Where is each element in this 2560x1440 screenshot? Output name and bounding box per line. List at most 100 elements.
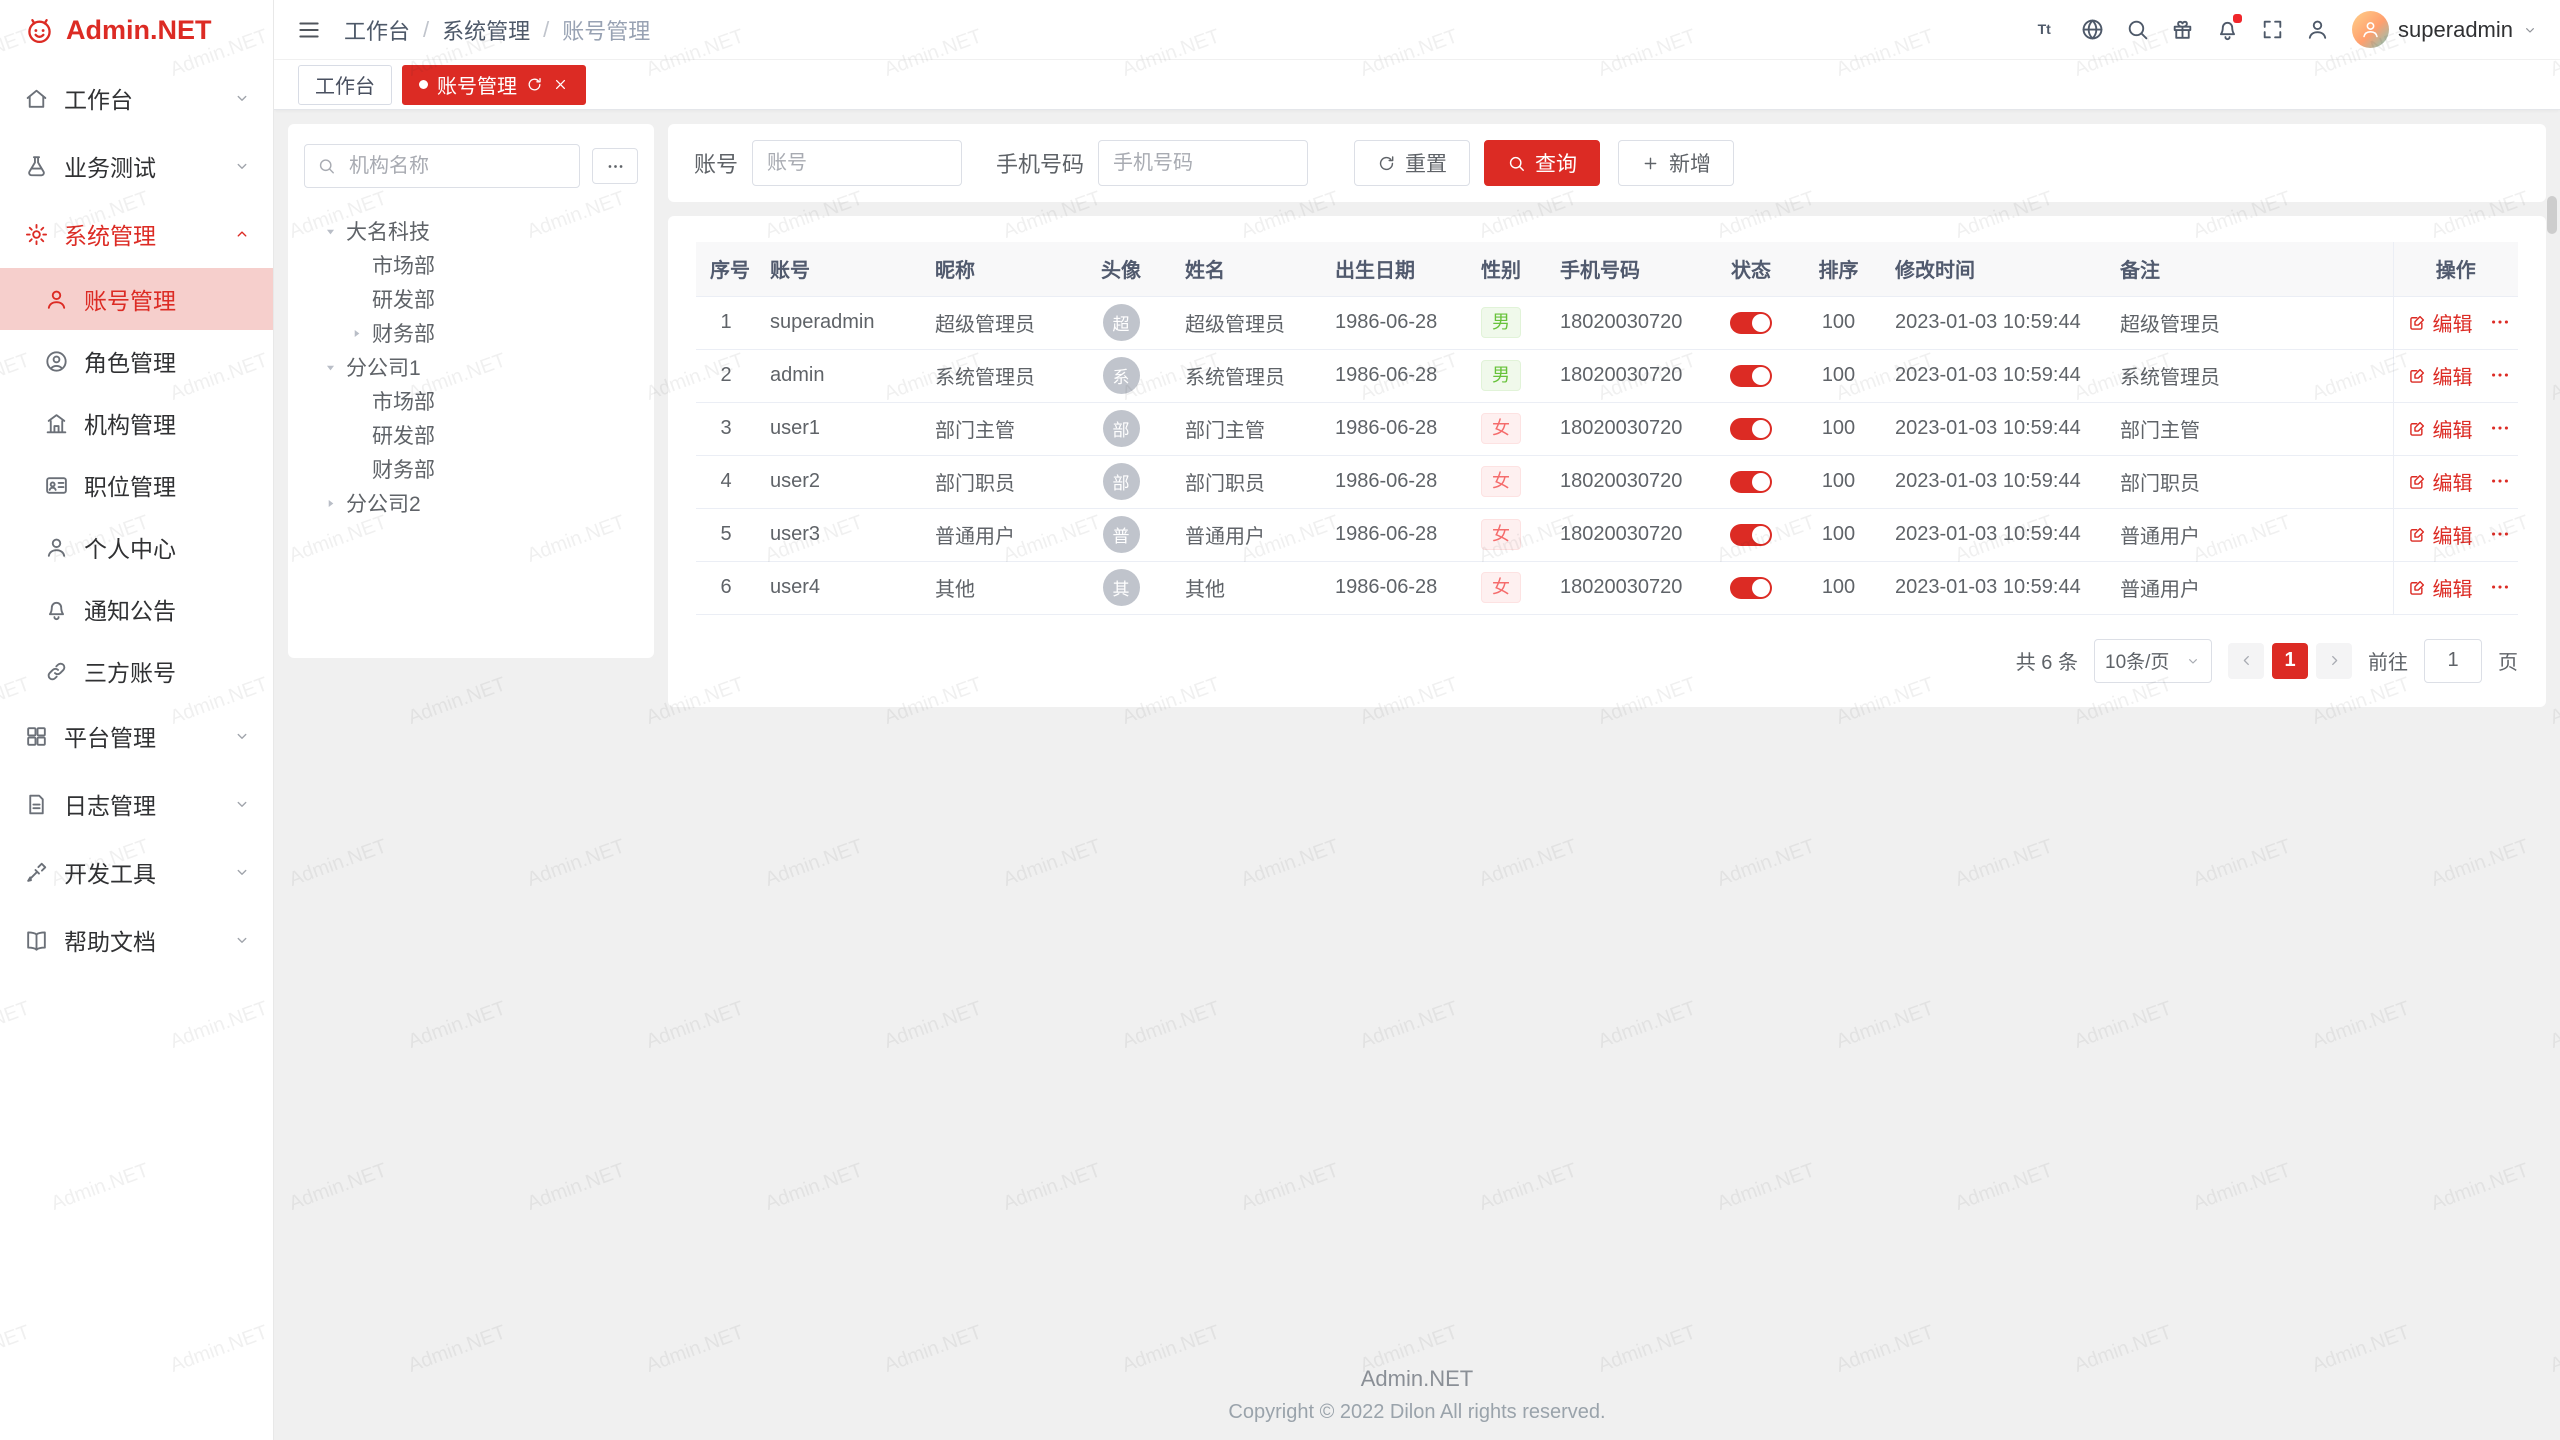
pagination-total: 共 6 条 <box>2016 646 2078 675</box>
sidebar-item-system-mgmt[interactable]: 系统管理 <box>0 200 273 268</box>
prev-page-button[interactable] <box>2228 643 2264 679</box>
tree-node[interactable]: 研发部 <box>304 418 638 452</box>
status-toggle[interactable] <box>1730 365 1772 387</box>
status-toggle[interactable] <box>1730 418 1772 440</box>
search-button[interactable]: 查询 <box>1484 140 1600 186</box>
cell-name: 部门主管 <box>1171 402 1321 455</box>
account-input[interactable] <box>752 140 962 186</box>
sidebar-item-workbench[interactable]: 工作台 <box>0 64 273 132</box>
org-more-button[interactable] <box>592 148 638 184</box>
cell-actions: 编辑 <box>2393 508 2518 561</box>
phone-input[interactable] <box>1098 140 1308 186</box>
sidebar-item-org-mgmt[interactable]: 机构管理 <box>0 392 273 454</box>
tab-account-mgmt[interactable]: 账号管理 <box>402 65 586 105</box>
gift-icon[interactable] <box>2160 7 2205 52</box>
org-search-input[interactable] <box>304 144 580 188</box>
cell-account: user4 <box>756 561 921 614</box>
cell-phone: 18020030720 <box>1546 296 1706 349</box>
search-icon <box>2125 17 2150 42</box>
scrollbar-thumb[interactable] <box>2547 196 2557 234</box>
caret-down-icon[interactable] <box>322 359 339 376</box>
breadcrumb-separator: / <box>543 17 549 43</box>
sidebar-item-dev-tools[interactable]: 开发工具 <box>0 838 273 906</box>
breadcrumb-item[interactable]: 工作台 <box>344 14 410 46</box>
more-icon <box>2489 311 2511 333</box>
sidebar-item-help-docs[interactable]: 帮助文档 <box>0 906 273 974</box>
gift-icon <box>2170 17 2195 42</box>
globe-icon[interactable] <box>2070 7 2115 52</box>
cell-index: 3 <box>696 402 756 455</box>
sidebar-item-log-mgmt[interactable]: 日志管理 <box>0 770 273 838</box>
edit-button[interactable]: 编辑 <box>2408 414 2473 443</box>
caret-right-icon[interactable] <box>348 325 365 342</box>
column-header-gender: 性别 <box>1456 242 1546 296</box>
fullscreen-icon[interactable] <box>2250 7 2295 52</box>
tree-node[interactable]: 分公司2 <box>304 486 638 520</box>
tree-node[interactable]: 财务部 <box>304 316 638 350</box>
goto-page-input[interactable] <box>2424 639 2482 683</box>
cell-birthday: 1986-06-28 <box>1321 296 1456 349</box>
status-toggle[interactable] <box>1730 312 1772 334</box>
flask-icon <box>24 154 49 179</box>
row-more-button[interactable] <box>2489 523 2511 545</box>
caret-down-icon[interactable] <box>322 223 339 240</box>
add-label: 新增 <box>1669 148 1711 178</box>
search-icon[interactable] <box>2115 7 2160 52</box>
status-toggle[interactable] <box>1730 524 1772 546</box>
app-logo[interactable]: Admin.NET <box>0 0 273 60</box>
tree-node[interactable]: 大名科技 <box>304 214 638 248</box>
row-more-button[interactable] <box>2489 311 2511 333</box>
breadcrumb-separator: / <box>423 17 429 43</box>
tabs-bar: 工作台账号管理 <box>274 60 2560 110</box>
header-icons: Tt <box>2025 7 2340 52</box>
page-size-select[interactable]: 10条/页 <box>2094 639 2212 683</box>
page-button-1[interactable]: 1 <box>2272 643 2308 679</box>
tree-node[interactable]: 市场部 <box>304 384 638 418</box>
sidebar-item-position-mgmt[interactable]: 职位管理 <box>0 454 273 516</box>
tree-node[interactable]: 财务部 <box>304 452 638 486</box>
row-more-button[interactable] <box>2489 417 2511 439</box>
sidebar-item-business-test[interactable]: 业务测试 <box>0 132 273 200</box>
edit-button[interactable]: 编辑 <box>2408 361 2473 390</box>
edit-button[interactable]: 编辑 <box>2408 467 2473 496</box>
breadcrumb-item[interactable]: 系统管理 <box>442 14 530 46</box>
edit-button[interactable]: 编辑 <box>2408 573 2473 602</box>
tree-node[interactable]: 分公司1 <box>304 350 638 384</box>
sidebar-item-platform-mgmt[interactable]: 平台管理 <box>0 702 273 770</box>
refresh-icon[interactable] <box>526 76 543 93</box>
edit-button[interactable]: 编辑 <box>2408 308 2473 337</box>
tree-node[interactable]: 市场部 <box>304 248 638 282</box>
org-tree: 大名科技市场部研发部财务部分公司1市场部研发部财务部分公司2 <box>304 214 638 520</box>
sidebar-item-label: 业务测试 <box>64 149 233 183</box>
table-row: 3 user1 部门主管 部 部门主管 1986-06-28 女 1802003… <box>696 402 2518 455</box>
font-size-icon[interactable]: Tt <box>2025 7 2070 52</box>
row-more-button[interactable] <box>2489 576 2511 598</box>
add-button[interactable]: 新增 <box>1618 140 1734 186</box>
breadcrumb-item[interactable]: 账号管理 <box>562 14 650 46</box>
sidebar-item-third-party[interactable]: 三方账号 <box>0 640 273 702</box>
status-toggle[interactable] <box>1730 471 1772 493</box>
row-more-button[interactable] <box>2489 470 2511 492</box>
gender-tag: 男 <box>1481 360 1521 391</box>
table-header-row: 序号账号昵称头像姓名出生日期性别手机号码状态排序修改时间备注操作 <box>696 242 2518 296</box>
caret-right-icon[interactable] <box>322 495 339 512</box>
tab-workbench[interactable]: 工作台 <box>298 65 392 105</box>
sidebar-item-account-mgmt[interactable]: 账号管理 <box>0 268 273 330</box>
reset-button[interactable]: 重置 <box>1354 140 1470 186</box>
user-menu[interactable]: superadmin <box>2352 11 2538 48</box>
grid-icon <box>24 724 49 749</box>
person-icon[interactable] <box>2295 7 2340 52</box>
status-toggle[interactable] <box>1730 577 1772 599</box>
tree-node[interactable]: 研发部 <box>304 282 638 316</box>
username: superadmin <box>2398 17 2513 43</box>
sidebar-item-role-mgmt[interactable]: 角色管理 <box>0 330 273 392</box>
close-icon[interactable] <box>552 76 569 93</box>
edit-button[interactable]: 编辑 <box>2408 520 2473 549</box>
hamburger-icon[interactable] <box>296 17 322 43</box>
next-page-button[interactable] <box>2316 643 2352 679</box>
column-header-account: 账号 <box>756 242 921 296</box>
sidebar-item-personal-center[interactable]: 个人中心 <box>0 516 273 578</box>
row-more-button[interactable] <box>2489 364 2511 386</box>
bell-icon[interactable] <box>2205 7 2250 52</box>
sidebar-item-notice[interactable]: 通知公告 <box>0 578 273 640</box>
